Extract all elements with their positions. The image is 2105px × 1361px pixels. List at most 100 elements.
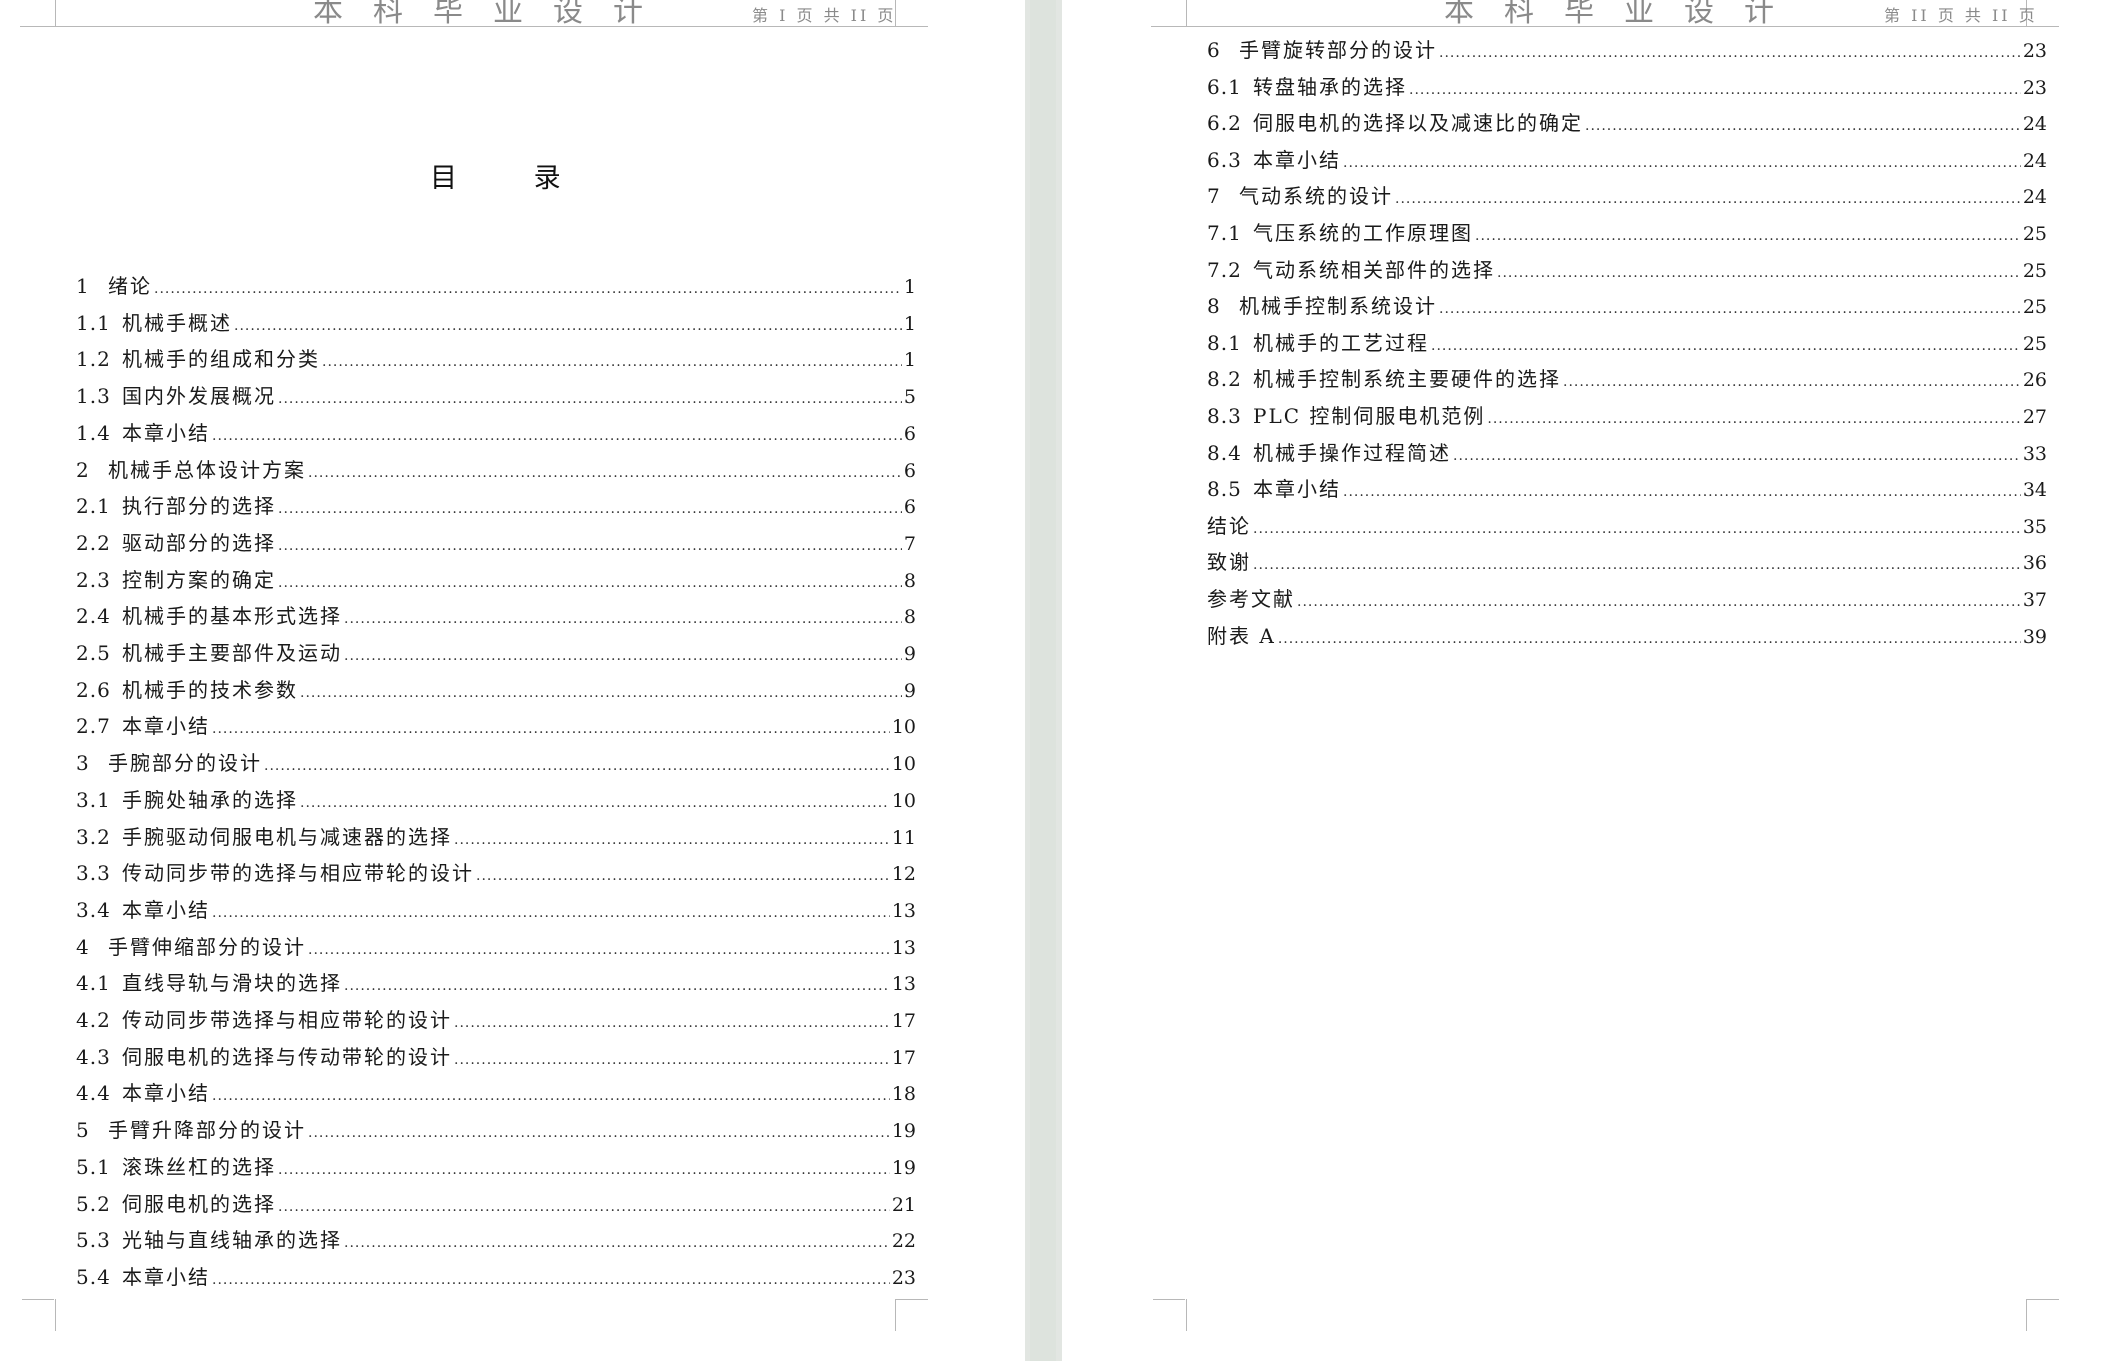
toc-entry[interactable]: 2 机械手总体设计方案 6 [76,454,916,484]
toc-dot-leader [454,1052,890,1068]
toc-entry-number: 5.2 [76,1191,111,1216]
toc-entry-number: 8.3 [1207,404,1242,428]
toc-entry[interactable]: 5 手臂升降部分的设计 19 [76,1114,916,1144]
toc-entry[interactable]: 1.3 国内外发展概况 5 [76,380,916,410]
toc-entry[interactable]: 3.3 传动同步带的选择与相应带轮的设计 12 [76,857,916,887]
toc-entry[interactable]: 3.4 本章小结 13 [76,894,916,924]
toc-entry-page-number: 26 [2022,369,2047,392]
toc-entry-page-number: 13 [891,899,916,922]
toc-entry[interactable]: 4.1 直线导轨与滑块的选择 13 [76,967,916,997]
toc-entry[interactable]: 5.3 光轴与直线轴承的选择 22 [76,1224,916,1254]
toc-entry[interactable]: 结论 35 [1207,510,2047,540]
toc-entry[interactable]: 4.2 传动同步带选择与相应带轮的设计 17 [76,1004,916,1034]
toc-entry[interactable]: 6.3 本章小结 24 [1207,144,2047,174]
toc-dot-leader [454,832,890,848]
toc-entry[interactable]: 2.1 执行部分的选择 6 [76,490,916,520]
toc-dot-leader [212,721,890,737]
toc-entry[interactable]: 2.3 控制方案的确定 8 [76,564,916,594]
toc-entry-title: 手臂升降部分的设计 [108,1118,306,1143]
page-2: 本科毕业设计 第 II 页 共 II 页 6 手臂旋转部分的设计 23 6.1 转盘轴承… [1062,0,2105,1361]
toc-entry-number: 2.4 [76,604,111,629]
header-page-info: 第 I 页 共 II 页 [752,6,897,25]
toc-entry-title: 伺服电机的选择以及减速比的确定 [1253,111,1583,136]
toc-dot-leader [1431,338,2021,354]
toc-entry[interactable]: 2.5 机械手主要部件及运动 9 [76,637,916,667]
toc-entry[interactable]: 4 手臂伸缩部分的设计 13 [76,931,916,961]
toc-entry-page-number: 23 [2022,40,2047,62]
toc-entry[interactable]: 2.4 机械手的基本形式选择 8 [76,600,916,630]
toc-entry-title: 本章小结 [122,420,210,445]
toc-dot-leader [344,648,902,664]
corner-mark-bottom-right-v [2026,1299,2027,1331]
toc-entry[interactable]: 8.1 机械手的工艺过程 25 [1207,327,2047,357]
toc-entry-page-number: 17 [891,1010,916,1032]
toc-entry[interactable]: 附表 A 39 [1207,620,2047,650]
toc-entry-title: 绪论 [108,274,152,298]
toc-dot-leader [1453,448,2021,464]
toc-entry-title: 手臂旋转部分的设计 [1239,38,1437,62]
toc-entry[interactable]: 6.1 转盘轴承的选择 23 [1207,71,2047,101]
toc-entry[interactable]: 2.7 本章小结 10 [76,710,916,740]
toc-entry-title: 执行部分的选择 [122,494,276,519]
toc-entry-title: 机械手操作过程简述 [1253,440,1451,465]
header-title: 本科毕业设计 [313,0,673,29]
toc-entry[interactable]: 3.1 手腕处轴承的选择 10 [76,784,916,814]
toc-dot-leader [1278,631,2021,647]
toc-entry[interactable]: 8.5 本章小结 34 [1207,473,2047,503]
toc-entry-page-number: 37 [2022,589,2047,611]
toc-dot-leader [300,685,902,701]
toc-entry[interactable]: 1.1 机械手概述 1 [76,307,916,337]
toc-dot-leader [308,942,890,958]
toc-entry-title: 手腕部分的设计 [108,751,262,776]
toc-entry-number: 3.2 [76,824,111,849]
corner-mark-bottom-left-h [1153,1299,1185,1300]
toc-entry-title: 机械手的组成和分类 [122,347,320,372]
toc-entry[interactable]: 8 机械手控制系统设计 25 [1207,290,2047,320]
toc-entry[interactable]: 7.2 气动系统相关部件的选择 25 [1207,254,2047,284]
toc-dot-leader [1253,557,2021,573]
corner-mark-bottom-right-h [2027,1299,2059,1300]
toc-entry[interactable]: 8.4 机械手操作过程简述 33 [1207,437,2047,467]
toc-entry[interactable]: 6.2 伺服电机的选择以及减速比的确定 24 [1207,107,2047,137]
toc-entry-title: 伺服电机的选择与传动带轮的设计 [122,1044,452,1069]
toc-entry-page-number: 24 [2022,149,2047,172]
toc-entry[interactable]: 3.2 手腕驱动伺服电机与减速器的选择 11 [76,821,916,851]
toc-entry[interactable]: 6 手臂旋转部分的设计 23 [1207,34,2047,64]
toc-entry-page-number: 17 [891,1046,916,1069]
toc-dot-leader [1409,82,2021,98]
toc-entry[interactable]: 2.2 驱动部分的选择 7 [76,527,916,557]
toc-entry[interactable]: 1.4 本章小结 6 [76,417,916,447]
toc-entry[interactable]: 1 绪论 1 [76,270,916,300]
toc-entry[interactable]: 7 气动系统的设计 24 [1207,180,2047,210]
toc-entry-page-number: 27 [2022,406,2047,428]
toc-entry-number: 3.3 [76,861,111,886]
toc-entry[interactable]: 7.1 气压系统的工作原理图 25 [1207,217,2047,247]
toc-entry-page-number: 13 [891,936,916,959]
toc-entry-title: 光轴与直线轴承的选择 [122,1228,342,1253]
toc-entry[interactable]: 4.4 本章小结 18 [76,1077,916,1107]
toc-entry[interactable]: 2.6 机械手的技术参数 9 [76,674,916,704]
toc-dot-leader [278,391,902,407]
toc-entry[interactable]: 5.2 伺服电机的选择 21 [76,1188,916,1218]
document-viewport[interactable]: 本科毕业设计 第 I 页 共 II 页 目 录 1绪论11.1机械手概述11.2… [0,0,2105,1361]
toc-entry[interactable]: 致谢 36 [1207,546,2047,576]
toc-entry[interactable]: 3 手腕部分的设计 10 [76,747,916,777]
toc-entry-title: 国内外发展概况 [122,384,276,409]
toc-entry-number: 4.4 [76,1081,111,1106]
toc-entry[interactable]: 1.2 机械手的组成和分类 1 [76,343,916,373]
toc-entry-title: 机械手概述 [122,310,232,335]
toc-entry-title: 机械手控制系统主要硬件的选择 [1253,367,1561,392]
toc-entry-page-number: 25 [2022,223,2047,245]
toc-dot-leader [1439,301,2021,317]
toc-dot-leader [234,318,902,334]
toc-entry[interactable]: 8.3 PLC 控制伺服电机范例 27 [1207,400,2047,430]
toc-entry[interactable]: 参考文献 37 [1207,583,2047,613]
toc-entry-number: 6.1 [1207,74,1242,99]
toc-entry[interactable]: 4.3 伺服电机的选择与传动带轮的设计 17 [76,1041,916,1071]
toc-dot-leader [308,1125,890,1141]
toc-entry[interactable]: 5.1 滚珠丝杠的选择 19 [76,1151,916,1181]
toc-entry-number: 8.4 [1207,440,1242,465]
toc-entry[interactable]: 8.2 机械手控制系统主要硬件的选择 26 [1207,363,2047,393]
toc-entry[interactable]: 5.4 本章小结 23 [76,1261,916,1291]
toc-entry-page-number: 25 [2022,296,2047,319]
